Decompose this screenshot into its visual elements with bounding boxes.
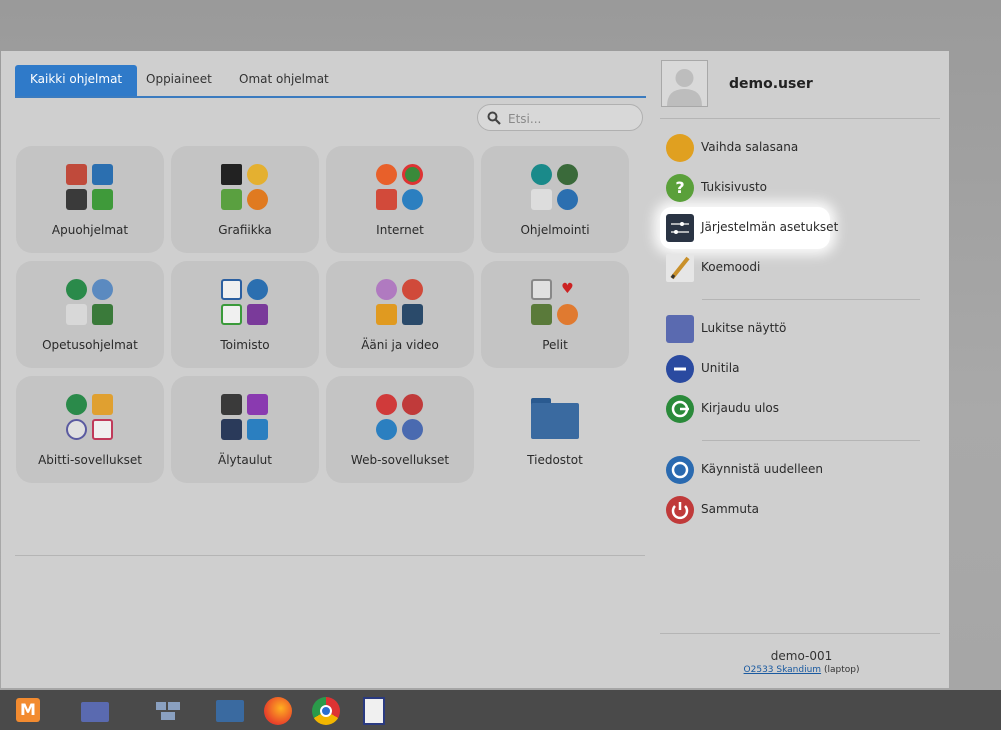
workspace-switcher[interactable] [79,694,111,726]
folder-icon [216,700,244,722]
category-abitti-sovellukset[interactable]: Abitti-sovellukset [16,376,164,483]
category-label: Ohjelmointi [520,223,590,237]
action-label: Järjestelmän asetukset [701,220,839,234]
taskbar: M [0,690,1001,730]
category-label: Apuohjelmat [51,223,129,237]
category-label: Opetusohjelmat [42,338,138,352]
category-label: Älytaulut [218,453,272,467]
category-web-sovellukset[interactable]: Web-sovellukset [326,376,474,483]
text-editor-launcher[interactable] [358,694,390,726]
accessories-icon [66,164,114,212]
firefox-launcher[interactable] [262,694,294,726]
category-opetusohjelmat[interactable]: Opetusohjelmat [16,261,164,368]
power-icon [666,496,694,524]
window-list-icon [156,702,166,710]
education-icon [66,279,114,327]
action-label: Koemoodi [701,260,761,274]
category-toimisto[interactable]: Toimisto [171,261,319,368]
category-tiedostot[interactable]: Tiedostot [481,376,629,483]
chrome-launcher[interactable] [310,694,342,726]
menu-launcher-button[interactable]: M [12,694,44,726]
workspace-icon [81,702,109,722]
divider [660,118,940,119]
category-ohjelmointi[interactable]: Ohjelmointi [481,146,629,253]
menu-logo-icon: M [16,698,40,722]
games-icon: ♥ [531,279,579,327]
category-label: Abitti-sovellukset [38,453,142,467]
username: demo.user [729,76,813,92]
action-label: Kirjaudu ulos [701,401,779,415]
category-pelit[interactable]: ♥ Pelit [481,261,629,368]
logout-icon [666,395,694,423]
category-apuohjelmat[interactable]: Apuohjelmat [16,146,164,253]
settings-sliders-icon [666,214,694,242]
action-label: Tukisivusto [701,180,767,194]
action-label: Vaihda salasana [701,140,799,154]
programming-icon [531,164,579,212]
help-icon: ? [666,174,694,202]
audio-video-icon [376,279,424,327]
folder-icon [531,394,579,442]
divider [702,440,920,441]
action-label: Käynnistä uudelleen [701,462,824,476]
category-aani-ja-video[interactable]: Ääni ja video [326,261,474,368]
lock-icon [666,134,694,162]
tab-all-programs[interactable]: Kaikki ohjelmat [15,65,138,96]
smartboard-icon [221,394,269,442]
category-internet[interactable]: Internet [326,146,474,253]
category-label: Tiedostot [527,453,583,467]
search-icon [487,111,501,125]
category-grafiikka[interactable]: Grafiikka [171,146,319,253]
divider [660,633,940,634]
search-box[interactable] [477,104,643,131]
category-alytaulut[interactable]: Älytaulut [171,376,319,483]
action-label: Unitila [701,361,740,375]
category-label: Toimisto [220,338,270,352]
tab-bar: Kaikki ohjelmat Oppiaineet Omat ohjelmat [15,65,646,98]
category-label: Pelit [542,338,568,352]
category-label: Grafiikka [218,223,272,237]
action-label: Sammuta [701,502,760,516]
host-type: (laptop) [823,665,860,675]
host-info: O2533 Skandium (laptop) [660,665,943,675]
abitti-apps-icon [66,394,114,442]
firefox-icon [264,697,292,725]
office-icon [221,279,269,327]
tab-my-programs[interactable]: Omat ohjelmat [224,65,344,96]
avatar [661,60,708,107]
graphics-icon [221,164,269,212]
restart-icon [666,456,694,484]
document-icon [363,697,385,725]
divider [15,555,645,556]
web-apps-icon [376,394,424,442]
window-list-button[interactable] [153,694,185,726]
hostname: demo-001 [770,649,833,663]
action-label: Lukitse näyttö [701,321,787,335]
category-label: Internet [376,223,424,237]
tab-subjects[interactable]: Oppiaineet [131,65,227,96]
divider [702,299,920,300]
host-model-link[interactable]: O2533 Skandium [744,665,822,675]
search-input[interactable] [506,108,640,129]
pencil-paper-icon [666,254,694,282]
category-label: Ääni ja video [361,338,439,352]
chrome-icon [312,697,340,725]
internet-icon [376,164,424,212]
sleep-icon [666,355,694,383]
category-label: Web-sovellukset [350,453,450,467]
lock-screen-icon [666,315,694,343]
files-launcher[interactable] [214,694,246,726]
